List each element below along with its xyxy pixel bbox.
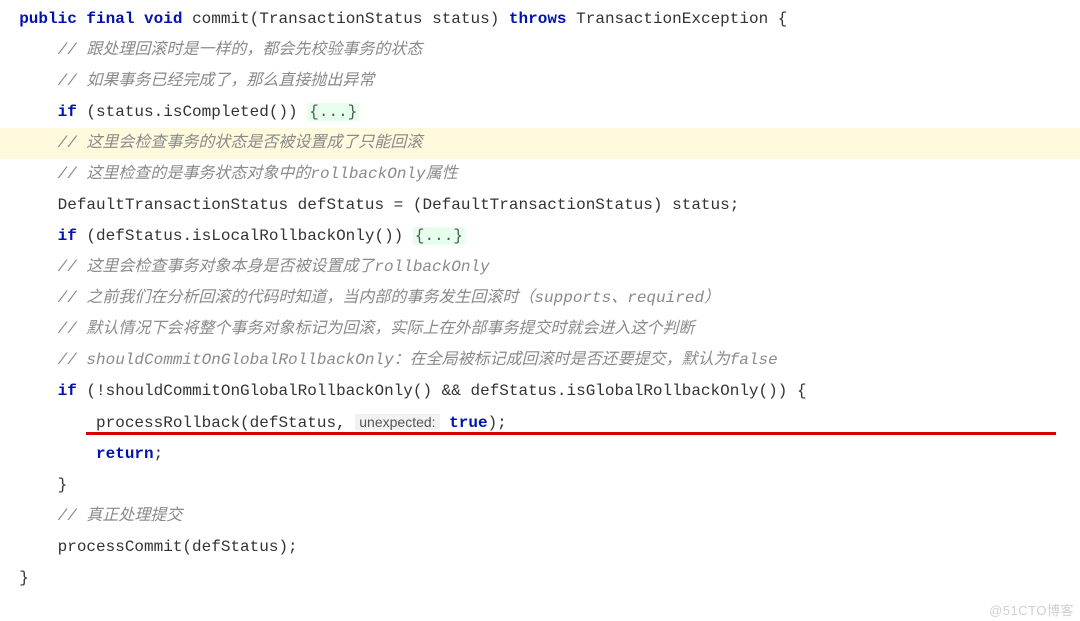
comment: // 这里会检查事务的状态是否被设置成了只能回滚 — [58, 134, 423, 152]
comment: // 跟处理回滚时是一样的，都会先校验事务的状态 — [58, 41, 423, 59]
call-end: ); — [488, 414, 507, 432]
code-block: public final void commit(TransactionStat… — [0, 0, 1080, 594]
kw-if: if — [58, 382, 77, 400]
comment: // 这里检查的是事务状态对象中的rollbackOnly属性 — [58, 165, 458, 183]
kw-public: public — [19, 10, 77, 28]
kw-if: if — [58, 227, 77, 245]
brace-close: } — [19, 569, 29, 587]
fold-region[interactable]: {...} — [307, 103, 359, 121]
kw-return: return — [96, 445, 154, 463]
call-processRollback: processRollback(defStatus, — [96, 414, 346, 432]
if2-cond: (defStatus.isLocalRollbackOnly()) — [86, 227, 403, 245]
comment: // 默认情况下会将整个事务对象标记为回滚，实际上在外部事务提交时就会进入这个判… — [58, 320, 695, 338]
comment: // 真正处理提交 — [58, 507, 183, 525]
param-hint: unexpected: — [355, 414, 439, 430]
brace-close: } — [58, 476, 68, 494]
watermark: @51CTO博客 — [989, 600, 1074, 619]
kw-void: void — [144, 10, 182, 28]
kw-final: final — [86, 10, 134, 28]
call-processCommit: processCommit(defStatus); — [58, 538, 298, 556]
comment: // 这里会检查事务对象本身是否被设置成了rollbackOnly — [58, 258, 490, 276]
kw-throws: throws — [509, 10, 567, 28]
red-underline — [86, 432, 1056, 435]
kw-true: true — [449, 414, 487, 432]
kw-if: if — [58, 103, 77, 121]
comment: // 如果事务已经完成了，那么直接抛出异常 — [58, 72, 375, 90]
comment: // 之前我们在分析回滚的代码时知道，当内部的事务发生回滚时（supports、… — [58, 289, 720, 307]
code-text: public final void commit(TransactionStat… — [0, 0, 1080, 594]
method-sig: commit(TransactionStatus status) — [192, 10, 499, 28]
if1-cond: (status.isCompleted()) — [86, 103, 297, 121]
throws-type: TransactionException { — [576, 10, 787, 28]
decl-line: DefaultTransactionStatus defStatus = (De… — [58, 196, 740, 214]
comment: // shouldCommitOnGlobalRollbackOnly：在全局被… — [58, 351, 778, 369]
if3-cond: (!shouldCommitOnGlobalRollbackOnly() && … — [86, 382, 806, 400]
semicolon: ; — [154, 445, 164, 463]
fold-region[interactable]: {...} — [413, 227, 465, 245]
